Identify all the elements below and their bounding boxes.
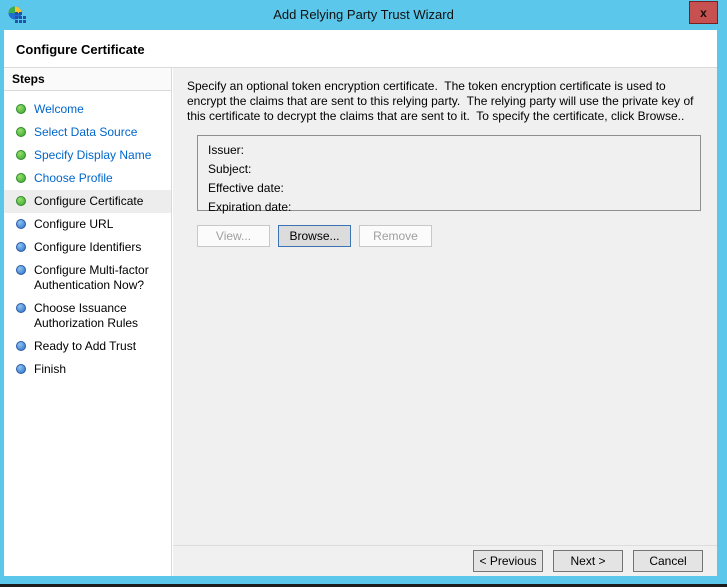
page-description: Specify an optional token encryption cer… bbox=[187, 79, 697, 123]
step-label: Select Data Source bbox=[34, 125, 138, 139]
steps-header: Steps bbox=[4, 68, 171, 91]
next-button[interactable]: Next > bbox=[553, 550, 623, 572]
wizard-content: Configure Certificate Steps Welcome Sele… bbox=[4, 30, 717, 576]
step-label: Specify Display Name bbox=[34, 148, 152, 162]
wizard-body: Steps Welcome Select Data Source Specify… bbox=[4, 67, 717, 576]
window-title: Add Relying Party Trust Wizard bbox=[273, 7, 454, 22]
step-select-data-source[interactable]: Select Data Source bbox=[4, 121, 171, 144]
step-status-icon bbox=[16, 196, 26, 206]
close-button[interactable]: x bbox=[689, 1, 718, 24]
cert-expiration-date-label: Expiration date: bbox=[208, 200, 292, 214]
step-status-icon bbox=[16, 341, 26, 351]
step-status-icon bbox=[16, 303, 26, 313]
step-finish: Finish bbox=[4, 358, 171, 381]
step-label: Configure URL bbox=[34, 217, 114, 231]
step-configure-certificate: Configure Certificate bbox=[4, 190, 171, 213]
step-status-icon bbox=[16, 173, 26, 183]
step-choose-issuance-rules: Choose Issuance Authorization Rules bbox=[4, 297, 171, 335]
step-label: Choose Issuance Authorization Rules bbox=[34, 301, 139, 330]
page-title: Configure Certificate bbox=[16, 42, 145, 57]
cancel-button[interactable]: Cancel bbox=[633, 550, 703, 572]
close-icon: x bbox=[700, 5, 707, 20]
cert-subject-label: Subject: bbox=[208, 162, 252, 176]
step-label: Finish bbox=[34, 362, 67, 376]
step-specify-display-name[interactable]: Specify Display Name bbox=[4, 144, 171, 167]
steps-list: Welcome Select Data Source Specify Displ… bbox=[4, 91, 171, 381]
steps-sidebar: Steps Welcome Select Data Source Specify… bbox=[4, 68, 172, 576]
step-ready-to-add-trust: Ready to Add Trust bbox=[4, 335, 171, 358]
step-label: Configure Multi-factor Authentication No… bbox=[34, 263, 149, 292]
page-header: Configure Certificate bbox=[4, 30, 717, 67]
wizard-footer: < Previous Next > Cancel bbox=[173, 545, 717, 576]
step-label: Choose Profile bbox=[34, 171, 113, 185]
cert-effective-date-label: Effective date: bbox=[208, 181, 284, 195]
step-label: Ready to Add Trust bbox=[34, 339, 137, 353]
browse-button[interactable]: Browse... bbox=[278, 225, 351, 247]
step-status-icon bbox=[16, 104, 26, 114]
main-panel: Specify an optional token encryption cer… bbox=[173, 68, 717, 576]
wizard-window: Add Relying Party Trust Wizard x Configu… bbox=[0, 0, 727, 587]
step-status-icon bbox=[16, 219, 26, 229]
title-bar: Add Relying Party Trust Wizard x bbox=[0, 0, 727, 30]
step-configure-identifiers: Configure Identifiers bbox=[4, 236, 171, 259]
step-status-icon bbox=[16, 150, 26, 160]
step-configure-url: Configure URL bbox=[4, 213, 171, 236]
previous-button[interactable]: < Previous bbox=[473, 550, 543, 572]
step-status-icon bbox=[16, 265, 26, 275]
cert-issuer-label: Issuer: bbox=[208, 143, 245, 157]
step-label: Configure Identifiers bbox=[34, 240, 142, 254]
step-status-icon bbox=[16, 127, 26, 137]
step-status-icon bbox=[16, 242, 26, 252]
step-choose-profile[interactable]: Choose Profile bbox=[4, 167, 171, 190]
step-label: Welcome bbox=[34, 102, 84, 116]
step-status-icon bbox=[16, 364, 26, 374]
step-label: Configure Certificate bbox=[34, 194, 144, 208]
certificate-info-box: Issuer: Subject: Effective date: Expirat… bbox=[197, 135, 701, 214]
step-configure-mfa: Configure Multi-factor Authentication No… bbox=[4, 259, 171, 297]
certificate-actions: View... Browse... Remove bbox=[197, 225, 432, 247]
step-welcome[interactable]: Welcome bbox=[4, 98, 171, 121]
remove-button: Remove bbox=[359, 225, 432, 247]
view-button: View... bbox=[197, 225, 270, 247]
